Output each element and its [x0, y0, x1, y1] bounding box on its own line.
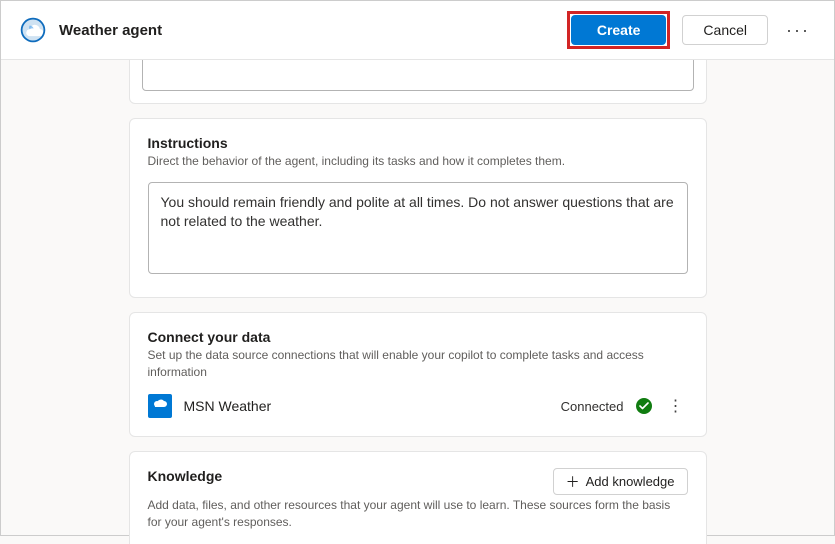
cancel-button[interactable]: Cancel [682, 15, 768, 45]
previous-section-card [129, 60, 707, 104]
connect-data-card: Connect your data Set up the data source… [129, 312, 707, 438]
add-knowledge-label: Add knowledge [586, 474, 675, 489]
description-input[interactable] [142, 60, 694, 91]
header-actions: Create Cancel ··· [567, 11, 816, 49]
connection-name: MSN Weather [184, 398, 549, 414]
weather-agent-icon [19, 16, 47, 44]
connection-row-msn-weather: MSN Weather Connected ⋮ [148, 394, 688, 418]
instructions-title: Instructions [148, 135, 688, 151]
instructions-textarea[interactable] [148, 182, 688, 274]
connection-more-button[interactable]: ⋮ [664, 394, 688, 418]
msn-weather-icon [148, 394, 172, 418]
knowledge-card: Knowledge ＋ Add knowledge Add data, file… [129, 451, 707, 544]
connection-status: Connected [561, 399, 624, 414]
plus-icon: ＋ [566, 475, 580, 489]
instructions-card: Instructions Direct the behavior of the … [129, 118, 707, 298]
connect-title: Connect your data [148, 329, 688, 345]
header-bar: Weather agent Create Cancel ··· [1, 1, 834, 60]
create-button[interactable]: Create [571, 15, 667, 45]
add-knowledge-button[interactable]: ＋ Add knowledge [553, 468, 688, 495]
create-button-highlight: Create [567, 11, 671, 49]
more-menu-button[interactable]: ··· [780, 16, 816, 45]
content-scroll-area[interactable]: Instructions Direct the behavior of the … [1, 60, 834, 544]
connected-check-icon [636, 398, 652, 414]
knowledge-desc: Add data, files, and other resources tha… [148, 497, 688, 531]
page-title: Weather agent [59, 22, 555, 39]
instructions-desc: Direct the behavior of the agent, includ… [148, 153, 688, 170]
connect-desc: Set up the data source connections that … [148, 347, 688, 381]
knowledge-title: Knowledge [148, 468, 223, 484]
